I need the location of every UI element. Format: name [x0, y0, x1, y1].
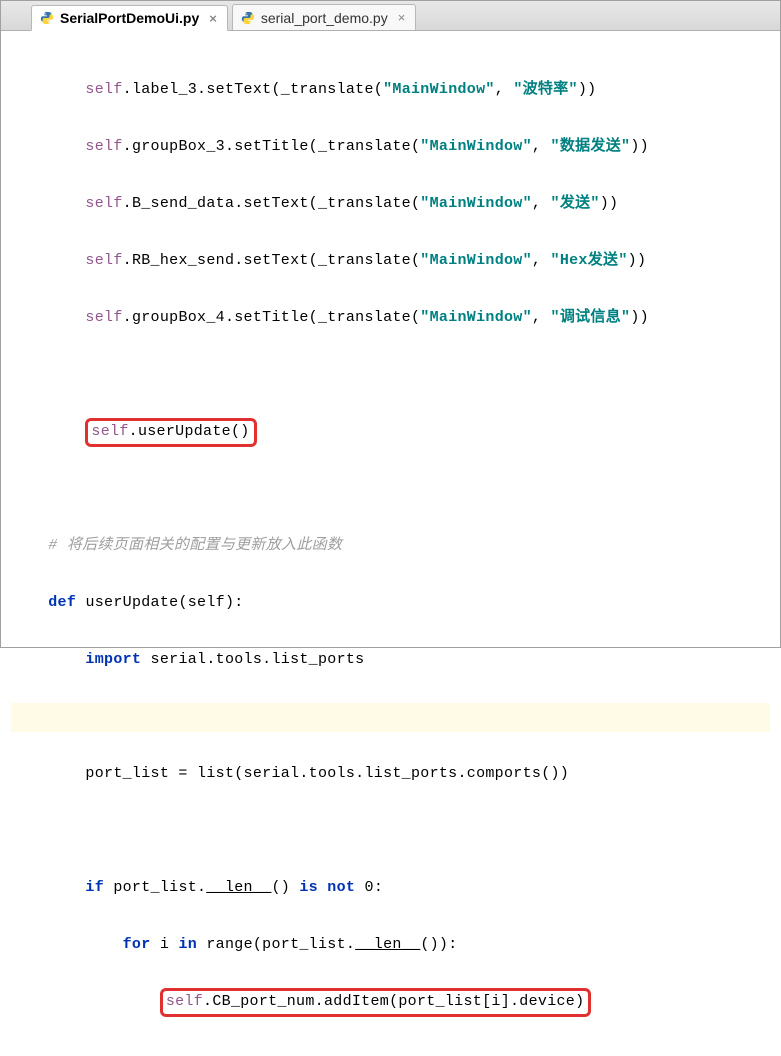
- code-line: for i in range(port_list.__len__()):: [11, 931, 770, 960]
- code-line: self.groupBox_4.setTitle(_translate("Mai…: [11, 304, 770, 333]
- code-line: [11, 475, 770, 504]
- code-line: # 将后续页面相关的配置与更新放入此函数: [11, 532, 770, 561]
- tab-label: serial_port_demo.py: [261, 10, 388, 26]
- code-line: if port_list.__len__() is not 0:: [11, 874, 770, 903]
- code-line: self.userUpdate(): [11, 418, 770, 447]
- tab-label: SerialPortDemoUi.py: [60, 10, 199, 26]
- highlight-box: self.userUpdate(): [85, 418, 256, 447]
- code-line: self.B_send_data.setText(_translate("Mai…: [11, 190, 770, 219]
- close-icon[interactable]: ×: [209, 11, 217, 26]
- python-icon: [241, 11, 255, 25]
- code-line: port_list = list(serial.tools.list_ports…: [11, 760, 770, 789]
- code-line: self.CB_port_num.addItem(port_list[i].de…: [11, 988, 770, 1017]
- code-editor[interactable]: self.label_3.setText(_translate("MainWin…: [1, 31, 780, 1056]
- highlight-box: self.CB_port_num.addItem(port_list[i].de…: [160, 988, 592, 1017]
- code-line: self.label_3.setText(_translate("MainWin…: [11, 76, 770, 105]
- code-line: [11, 817, 770, 846]
- python-icon: [40, 11, 54, 25]
- code-line: self.groupBox_3.setTitle(_translate("Mai…: [11, 133, 770, 162]
- tab-serialportdemoui[interactable]: SerialPortDemoUi.py ×: [31, 5, 228, 31]
- code-line: [11, 703, 770, 732]
- code-line: [11, 361, 770, 390]
- code-line: self.RB_hex_send.setText(_translate("Mai…: [11, 247, 770, 276]
- code-line: import serial.tools.list_ports: [11, 646, 770, 675]
- tab-bar: SerialPortDemoUi.py × serial_port_demo.p…: [1, 1, 780, 31]
- tab-serialportdemo[interactable]: serial_port_demo.py ×: [232, 4, 416, 30]
- close-icon[interactable]: ×: [398, 10, 406, 25]
- code-line: def userUpdate(self):: [11, 589, 770, 618]
